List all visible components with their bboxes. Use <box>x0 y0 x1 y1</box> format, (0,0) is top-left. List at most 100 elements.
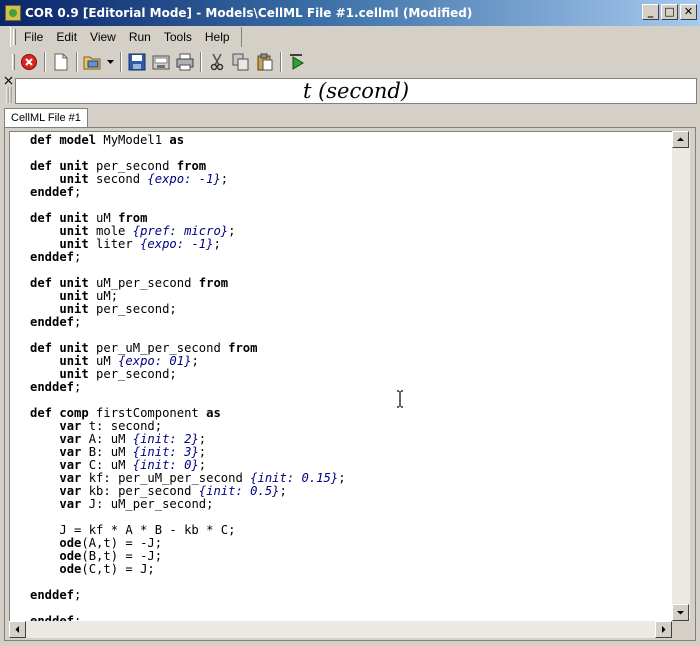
code-attribute: {init: 3} <box>132 445 199 459</box>
scroll-up-button[interactable] <box>672 131 689 148</box>
menu-grip[interactable] <box>13 29 16 45</box>
minimize-button[interactable]: _ <box>642 4 659 20</box>
paste-icon[interactable] <box>254 51 276 73</box>
menu-tools[interactable]: Tools <box>158 28 199 46</box>
code-text[interactable]: def model MyModel1 as def unit per_secon… <box>10 132 672 622</box>
code-token: liter <box>96 237 141 251</box>
window-controls: _ □ ✕ <box>642 4 697 20</box>
menu-view[interactable]: View <box>84 28 123 46</box>
code-line[interactable]: enddef; <box>30 381 672 394</box>
close-file-icon[interactable] <box>18 51 40 73</box>
code-keyword: unit <box>59 354 97 368</box>
code-keyword: def unit <box>30 211 97 225</box>
code-line[interactable]: enddef; <box>30 316 672 329</box>
code-keyword: enddef <box>30 250 75 264</box>
horizontal-scrollbar[interactable] <box>9 621 672 638</box>
code-line[interactable]: enddef; <box>30 251 672 264</box>
print-icon[interactable] <box>174 51 196 73</box>
title-bar: COR 0.9 [Editorial Mode] - Models\CellML… <box>0 0 700 26</box>
save-icon[interactable] <box>126 51 148 73</box>
code-keyword: ode <box>59 562 82 576</box>
code-token: uM <box>96 354 119 368</box>
code-line[interactable]: unit second {expo: -1}; <box>30 173 672 186</box>
code-line[interactable]: unit per_second; <box>30 303 672 316</box>
code-line[interactable]: unit per_second; <box>30 368 672 381</box>
code-keyword: as <box>169 133 185 147</box>
code-token: uM; <box>96 289 119 303</box>
toolbar-separator <box>280 52 282 72</box>
code-line[interactable]: ode(C,t) = J; <box>30 563 672 576</box>
code-line[interactable]: var J: uM_per_second; <box>30 498 672 511</box>
code-attribute: {expo: -1} <box>147 172 221 186</box>
code-token: kf: per_uM_per_second <box>88 471 251 485</box>
code-keyword: unit <box>59 172 97 186</box>
code-editor[interactable]: def model MyModel1 as def unit per_secon… <box>9 131 672 621</box>
code-token: (B,t) = -J; <box>81 549 163 563</box>
toolbar-grip[interactable] <box>12 54 15 70</box>
code-line[interactable]: enddef; <box>30 186 672 199</box>
code-token: ; <box>74 185 82 199</box>
code-keyword: ode <box>59 549 82 563</box>
code-token: C: uM <box>88 458 133 472</box>
code-token: B: uM <box>88 445 133 459</box>
code-keyword: from <box>198 276 229 290</box>
code-token: kb: per_second <box>88 484 199 498</box>
code-keyword: unit <box>59 302 97 316</box>
scroll-down-button[interactable] <box>672 604 689 621</box>
menu-run[interactable]: Run <box>123 28 158 46</box>
cut-icon[interactable] <box>206 51 228 73</box>
code-keyword: var <box>59 484 89 498</box>
code-token: ; <box>191 354 199 368</box>
arrow-left-icon <box>15 626 19 633</box>
scroll-right-button[interactable] <box>655 621 672 638</box>
code-keyword: def comp <box>30 406 97 420</box>
text-cursor-icon <box>396 390 404 408</box>
code-keyword: from <box>118 211 148 225</box>
code-token: second <box>96 172 148 186</box>
run-icon[interactable] <box>286 51 308 73</box>
tab-cellml-file[interactable]: CellML File #1 <box>4 108 88 128</box>
code-token: (C,t) = J; <box>81 562 155 576</box>
menu-edit[interactable]: Edit <box>50 28 84 46</box>
save-all-icon[interactable] <box>150 51 172 73</box>
code-token: per_second <box>96 159 177 173</box>
maximize-button[interactable]: □ <box>661 4 678 20</box>
code-line[interactable] <box>30 602 672 615</box>
toolbar <box>10 49 309 75</box>
scroll-left-button[interactable] <box>9 621 26 638</box>
code-keyword: enddef <box>30 588 75 602</box>
copy-icon[interactable] <box>230 51 252 73</box>
menu-help[interactable]: Help <box>199 28 237 46</box>
open-file-icon[interactable] <box>82 51 104 73</box>
code-keyword: unit <box>59 367 97 381</box>
code-token: ; <box>74 250 82 264</box>
code-token: ; <box>220 172 229 186</box>
new-file-icon[interactable] <box>50 51 72 73</box>
code-keyword: def unit <box>30 159 97 173</box>
dropdown-arrow-icon[interactable] <box>106 51 116 73</box>
code-line[interactable] <box>30 576 672 589</box>
vertical-scrollbar[interactable] <box>672 131 690 621</box>
code-keyword: var <box>59 458 89 472</box>
code-line[interactable]: enddef; <box>30 589 672 602</box>
menu-file[interactable]: File <box>18 28 50 46</box>
code-keyword: unit <box>59 289 97 303</box>
code-attribute: {pref: micro} <box>132 224 229 238</box>
code-token: uM_per_second <box>96 276 199 290</box>
close-button[interactable]: ✕ <box>680 4 697 20</box>
code-line[interactable]: def unit uM_per_second from <box>30 277 672 290</box>
code-line[interactable]: unit liter {expo: -1}; <box>30 238 672 251</box>
code-line[interactable]: def model MyModel1 as <box>30 134 672 147</box>
panel-grip[interactable] <box>4 76 14 104</box>
code-token: ; <box>198 432 207 446</box>
